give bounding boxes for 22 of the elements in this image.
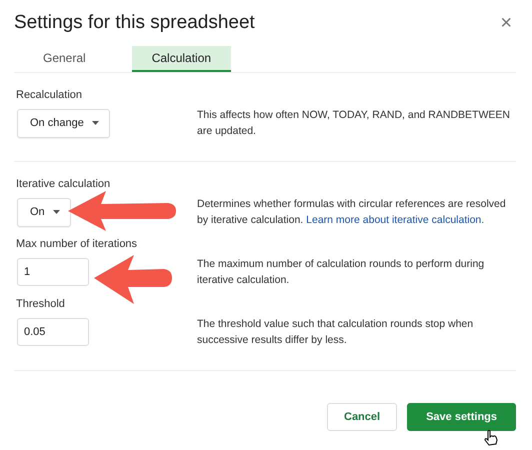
learn-more-link[interactable]: Learn more about iterative calculation. — [306, 214, 484, 226]
cancel-button[interactable]: Cancel — [327, 403, 398, 431]
tab[interactable]: Calculation — [132, 46, 232, 72]
input-field[interactable]: 1 — [17, 258, 89, 286]
tab[interactable]: General — [29, 46, 100, 72]
dropdown[interactable]: On — [17, 198, 71, 226]
description: The threshold value such that calculation rounds stop when successive results differ by less. — [197, 317, 474, 348]
description: Determines whether formulas with circular references are resolved by iterative calculation. Learn more about iterative calculation. — [197, 197, 507, 228]
field-label: Iterative calculation — [15, 178, 112, 190]
dialog-title: Settings for this spreadsheet — [14, 12, 255, 34]
field-label: Recalculation — [15, 89, 84, 101]
save-button[interactable]: Save settings — [407, 403, 516, 431]
description: This affects how often NOW, TODAY, RAND, and RANDBETWEEN are updated. — [197, 108, 511, 139]
description: The maximum number of calculation rounds to perform during iterative calculation. — [197, 257, 486, 288]
caret-icon — [92, 121, 99, 125]
field-label: Threshold — [15, 298, 66, 310]
field-label: Max number of iterations — [15, 238, 138, 250]
close-button[interactable]: × — [496, 12, 516, 34]
input-field[interactable]: 0.05 — [17, 318, 89, 346]
caret-icon — [52, 210, 60, 214]
dropdown[interactable]: On change — [17, 108, 110, 138]
hand-cursor-icon — [484, 430, 498, 446]
